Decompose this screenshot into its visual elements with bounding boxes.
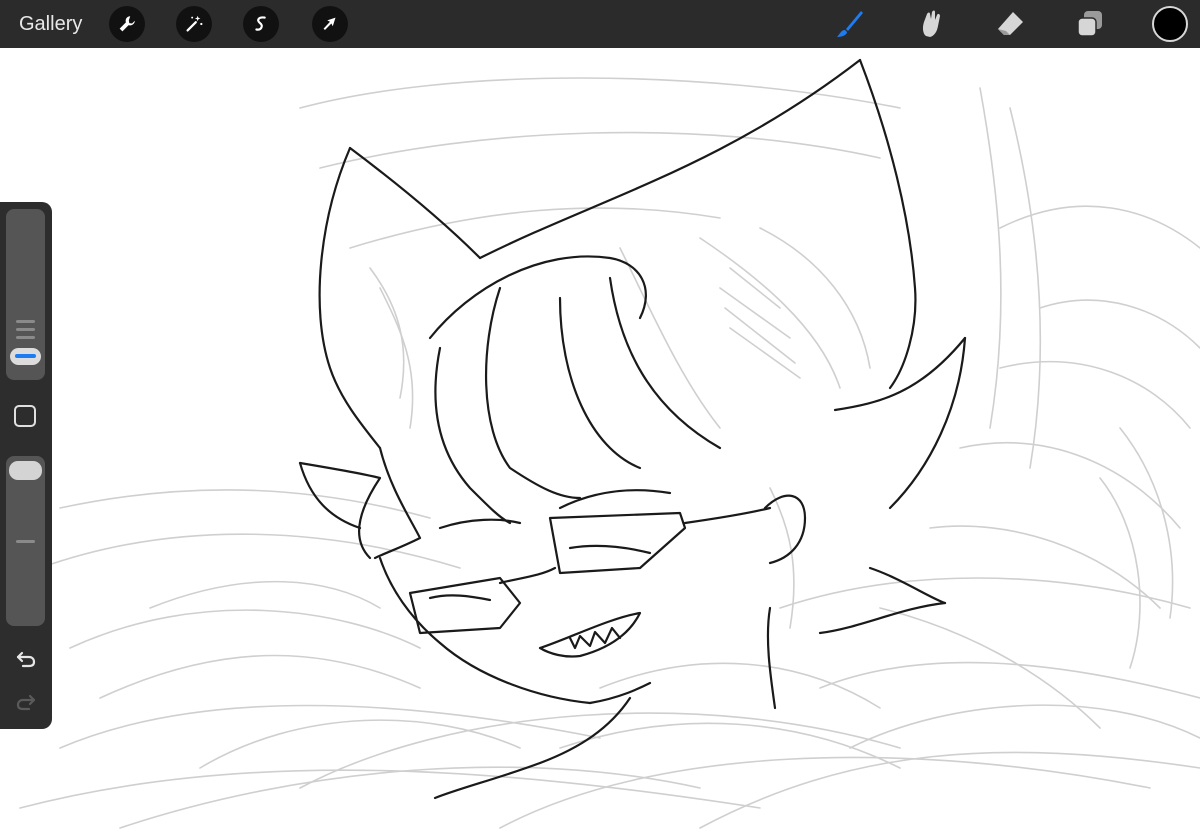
selection-button[interactable] (243, 6, 279, 42)
eraser-icon (998, 12, 1023, 35)
size-tick (16, 328, 35, 331)
top-toolbar: Gallery (0, 0, 1200, 48)
brush-sidebar (0, 202, 52, 729)
transform-button[interactable] (312, 6, 348, 42)
size-tick (16, 320, 35, 323)
drawing-canvas[interactable] (0, 48, 1200, 834)
color-picker-button[interactable] (1152, 6, 1188, 42)
size-handle-accent (15, 354, 36, 358)
opacity-tick (16, 540, 35, 543)
magic-wand-icon (186, 15, 203, 32)
transform-arrow-icon (323, 17, 336, 30)
modify-button[interactable] (14, 405, 36, 427)
rough-sketch-strokes (19, 77, 1200, 829)
brush-opacity-handle[interactable] (9, 461, 42, 480)
redo-button[interactable] (13, 689, 39, 715)
undo-icon (16, 651, 36, 668)
size-tick (16, 336, 35, 339)
brush-size-handle[interactable] (10, 348, 41, 365)
actions-button[interactable] (109, 6, 145, 42)
smudge-icon (922, 10, 940, 37)
selection-icon (255, 16, 266, 31)
redo-icon (16, 694, 36, 711)
procreate-app: Gallery (0, 0, 1200, 834)
eraser-tool[interactable] (992, 6, 1028, 42)
brush-tool[interactable] (832, 6, 868, 42)
layers-tool[interactable] (1072, 6, 1108, 42)
smudge-tool[interactable] (912, 6, 948, 42)
gallery-button[interactable]: Gallery (19, 12, 82, 36)
wrench-icon (119, 16, 135, 32)
undo-button[interactable] (13, 646, 39, 672)
brush-opacity-slider[interactable] (6, 456, 45, 626)
character-lineart (298, 58, 967, 800)
layers-icon (1077, 11, 1102, 37)
brush-size-slider[interactable] (6, 209, 45, 380)
adjustments-button[interactable] (176, 6, 212, 42)
sketch-artwork (19, 58, 1200, 829)
brush-icon (837, 11, 863, 37)
